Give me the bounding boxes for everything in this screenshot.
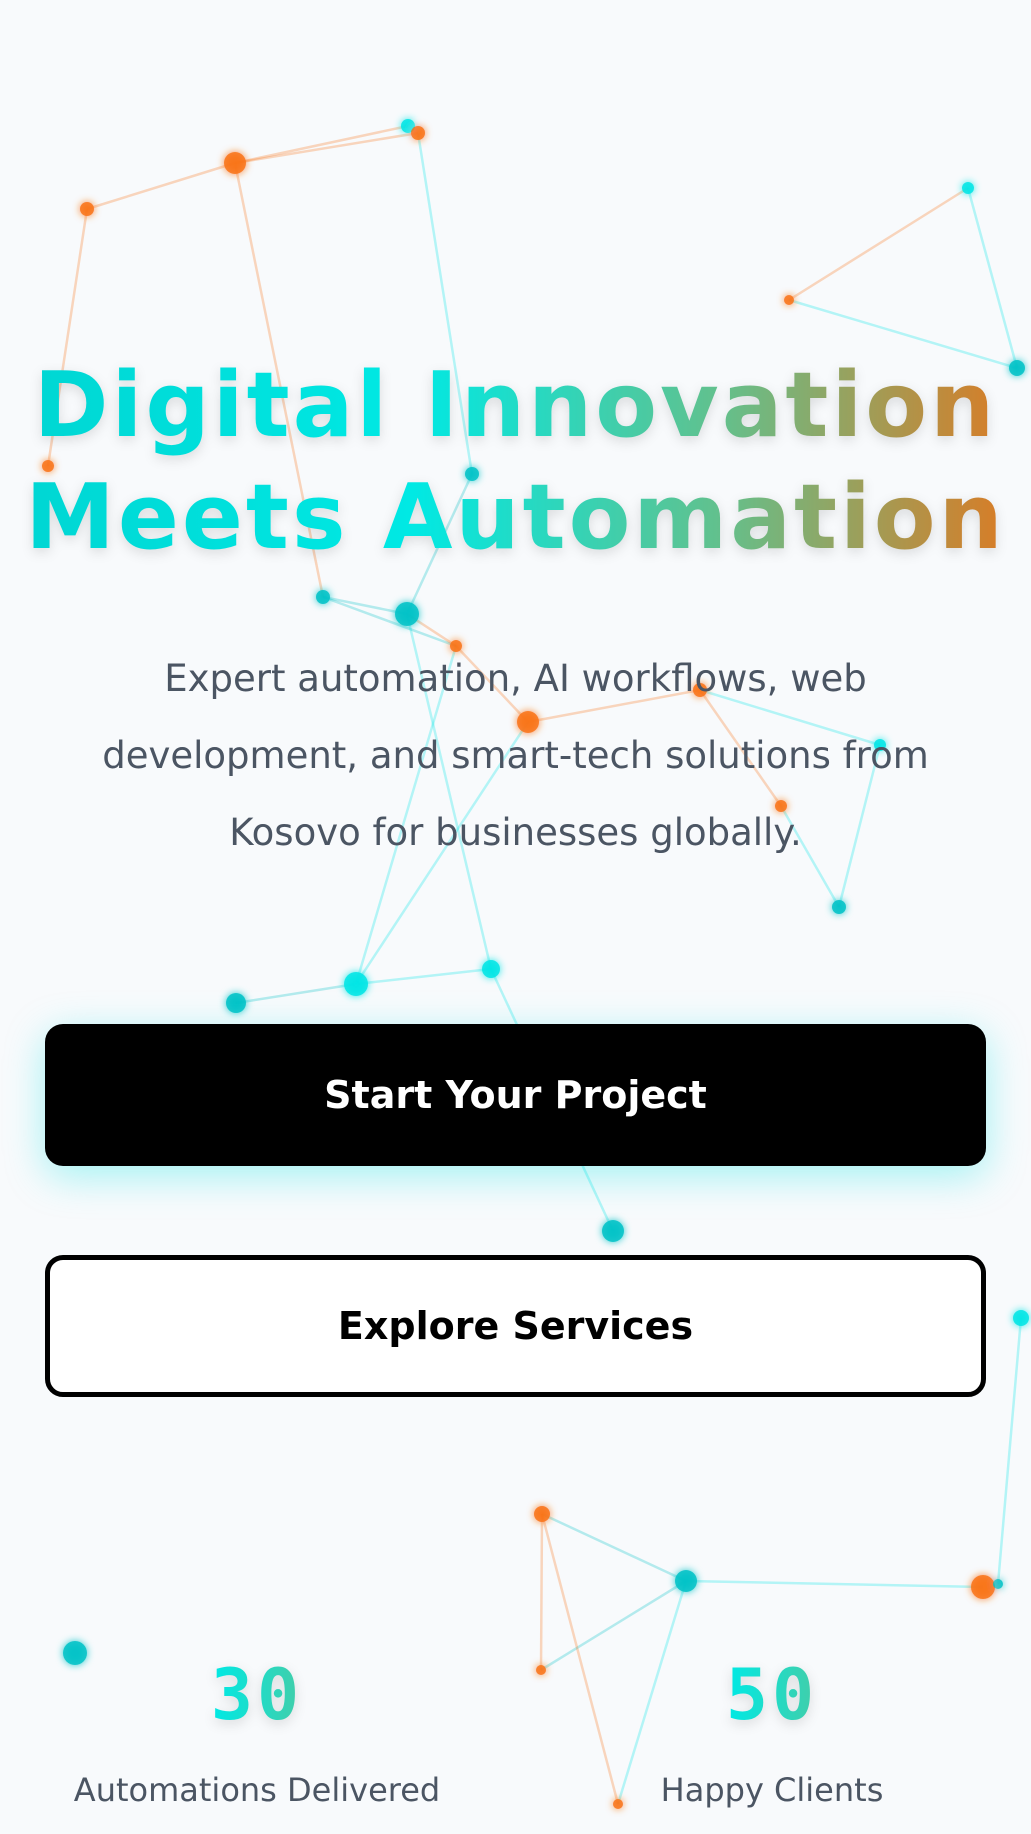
start-project-button[interactable]: Start Your Project <box>45 1024 986 1166</box>
headline-line-1: Digital Innovation <box>33 353 998 458</box>
hero-subtitle: Expert automation, AI workflows, web dev… <box>102 657 929 854</box>
stat-label: Automations Delivered <box>73 1771 441 1809</box>
stat-automations: 30 Automations Delivered <box>37 1655 477 1809</box>
explore-services-button[interactable]: Explore Services <box>45 1255 986 1397</box>
hero-section: Digital Innovation Meets Automation Expe… <box>0 0 1031 1834</box>
hero-headline: Digital Innovation Meets Automation <box>0 350 1031 574</box>
headline-line-2: Meets Automation <box>25 465 1006 570</box>
stat-value: 50 <box>552 1655 992 1735</box>
stat-value: 30 <box>37 1655 477 1735</box>
stat-label: Happy Clients <box>660 1771 884 1809</box>
stat-clients: 50 Happy Clients <box>552 1655 992 1809</box>
